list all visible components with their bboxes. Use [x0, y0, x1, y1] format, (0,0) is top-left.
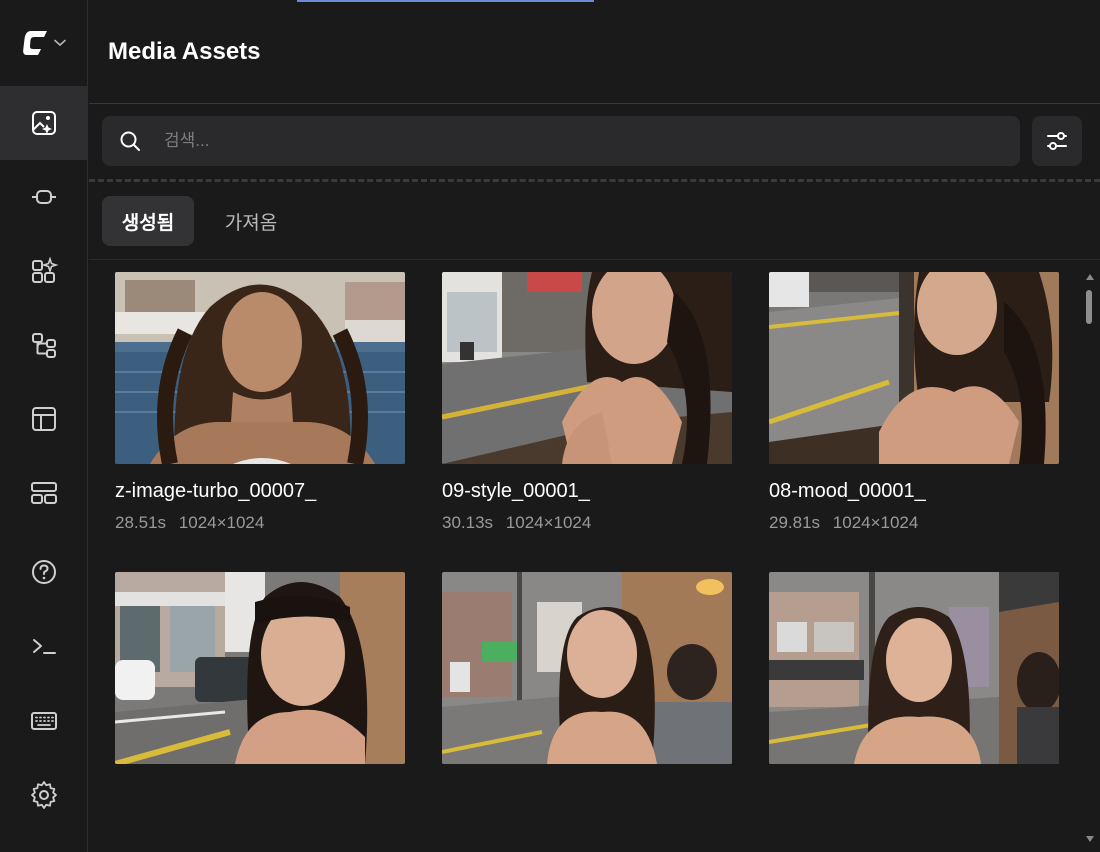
asset-meta — [769, 813, 777, 833]
panel-header: Media Assets — [89, 0, 1100, 104]
asset-dimensions: 1024×1024 — [505, 513, 592, 532]
sidebar-item-templates[interactable] — [0, 382, 88, 456]
asset-duration: 30.13s — [442, 513, 494, 532]
scroll-up-arrow-icon[interactable] — [1086, 274, 1094, 280]
asset-name: 08-mood_00001_ — [769, 480, 926, 502]
asset-grid: z-image-turbo_00007_ 28.51s 1024×1024 09… — [89, 260, 1100, 852]
asset-meta: 29.81s 1024×1024 — [769, 513, 918, 533]
portrait-image — [115, 272, 405, 464]
sidebar-item-terminal[interactable] — [0, 609, 88, 683]
chevron-down-icon — [54, 39, 66, 47]
asset-thumbnail[interactable] — [115, 572, 405, 764]
asset-meta — [442, 813, 450, 833]
media-assets-panel: Media Assets 생성됨 가져옴 — [89, 0, 1100, 852]
vertical-scrollbar[interactable] — [1083, 270, 1097, 852]
portrait-image — [442, 272, 732, 464]
sidebar-item-layout[interactable] — [0, 456, 88, 530]
scrollbar-thumb[interactable] — [1086, 290, 1092, 324]
asset-name: 09-style_00001_ — [442, 480, 590, 502]
keyboard-icon — [31, 712, 57, 730]
logo-menu[interactable] — [0, 0, 88, 86]
workflow-icon — [32, 333, 56, 358]
sidebar-item-media-assets[interactable] — [0, 86, 88, 160]
asset-name: z-image-turbo_00007_ — [115, 480, 317, 502]
sidebar-item-node-library[interactable] — [0, 234, 88, 308]
asset-thumbnail[interactable] — [115, 272, 405, 464]
app-window: Media Assets 생성됨 가져옴 — [0, 0, 1100, 852]
media-assets-icon — [32, 111, 56, 135]
terminal-icon — [33, 639, 56, 654]
scroll-down-arrow-icon[interactable] — [1086, 836, 1094, 842]
asset-duration: 29.81s — [769, 513, 821, 532]
asset-duration: 28.51s — [115, 513, 167, 532]
sidebar-item-settings[interactable] — [0, 758, 88, 832]
search-input[interactable] — [164, 116, 1004, 166]
sliders-icon — [1047, 132, 1067, 150]
comfy-logo-icon — [23, 31, 47, 55]
tab-imported[interactable]: 가져옴 — [207, 196, 295, 246]
section-divider — [89, 179, 1100, 182]
help-icon — [32, 560, 56, 584]
asset-dimensions: 1024×1024 — [178, 513, 265, 532]
node-library-icon — [32, 256, 59, 283]
node-link-icon — [32, 190, 56, 204]
sidebar-item-workflows[interactable] — [0, 308, 88, 382]
sidebar-item-help[interactable] — [0, 535, 88, 609]
asset-meta: 30.13s 1024×1024 — [442, 513, 591, 533]
sidebar-rail — [0, 0, 88, 852]
sidebar-item-keyboard[interactable] — [0, 684, 88, 758]
asset-thumbnail[interactable] — [442, 572, 732, 764]
portrait-image — [115, 572, 405, 764]
portrait-image — [442, 572, 732, 764]
search-box[interactable] — [102, 116, 1020, 166]
asset-thumbnail[interactable] — [442, 272, 732, 464]
asset-dimensions: 1024×1024 — [832, 513, 919, 532]
layout-icon — [31, 482, 57, 504]
portrait-image — [769, 272, 1059, 464]
templates-icon — [32, 407, 56, 431]
sidebar-item-node-link[interactable] — [0, 160, 88, 234]
page-title: Media Assets — [108, 38, 261, 65]
tab-generated[interactable]: 생성됨 — [102, 196, 194, 246]
asset-meta — [115, 813, 123, 833]
asset-meta: 28.51s 1024×1024 — [115, 513, 264, 533]
portrait-image — [769, 572, 1059, 764]
asset-thumbnail[interactable] — [769, 572, 1059, 764]
filter-settings-button[interactable] — [1032, 116, 1082, 166]
asset-thumbnail[interactable] — [769, 272, 1059, 464]
search-icon — [120, 131, 140, 151]
settings-icon — [31, 781, 57, 809]
